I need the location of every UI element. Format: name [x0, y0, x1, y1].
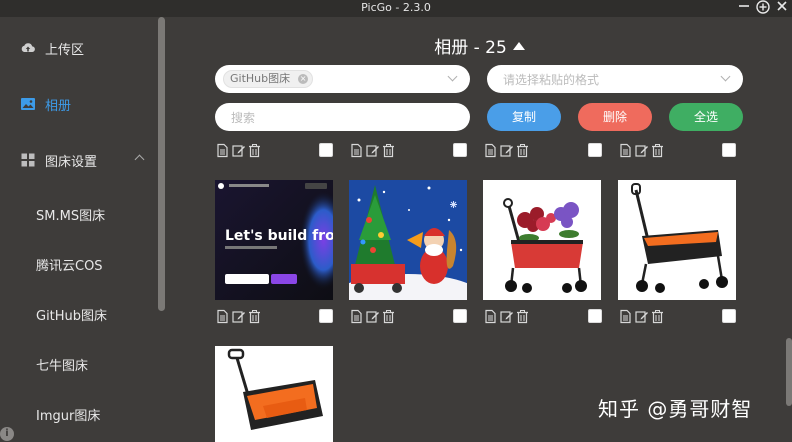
- image-thumb[interactable]: [349, 180, 467, 300]
- tag-close-icon[interactable]: ×: [298, 74, 309, 84]
- sidebar-item-label: 相册: [45, 98, 72, 114]
- sidebar-sub-github[interactable]: GitHub图床: [36, 305, 107, 324]
- image-checkbox[interactable]: [722, 309, 736, 323]
- image-checkbox[interactable]: [453, 143, 467, 157]
- trash-icon[interactable]: [515, 143, 530, 158]
- sidebar-item-label: 上传区: [45, 42, 85, 58]
- document-icon[interactable]: [618, 309, 633, 324]
- maximize-icon[interactable]: [755, 0, 771, 16]
- trash-icon[interactable]: [650, 143, 665, 158]
- trash-icon[interactable]: [381, 143, 396, 158]
- edit-icon[interactable]: [634, 143, 649, 158]
- watermark-text: 知乎 @勇哥财智: [598, 397, 753, 421]
- minimize-icon[interactable]: [736, 0, 752, 16]
- gallery-panel: 相册 - 25 GitHub图床 × 请选择粘贴的格式 搜索 复制 删除 全选: [167, 17, 792, 442]
- trash-icon[interactable]: [381, 309, 396, 324]
- edit-icon[interactable]: [499, 143, 514, 158]
- delete-button[interactable]: 删除: [578, 103, 652, 131]
- edit-icon[interactable]: [499, 309, 514, 324]
- image-tools: [349, 142, 396, 158]
- image-thumb[interactable]: [483, 180, 601, 300]
- image-checkbox[interactable]: [722, 143, 736, 157]
- picbed-tag-label: GitHub图床: [230, 72, 291, 85]
- close-icon[interactable]: [774, 0, 790, 16]
- thumb-caption: Let's build from here: [225, 228, 333, 244]
- caret-up-icon[interactable]: [512, 42, 525, 50]
- image-thumb[interactable]: Let's build from here: [215, 180, 333, 300]
- trash-icon[interactable]: [650, 309, 665, 324]
- info-icon[interactable]: i: [0, 427, 14, 441]
- trash-icon[interactable]: [247, 143, 262, 158]
- grid-icon: [20, 152, 36, 168]
- window-title: PicGo - 2.3.0: [361, 1, 431, 14]
- image-icon: [20, 96, 36, 112]
- image-checkbox[interactable]: [588, 143, 602, 157]
- cloud-upload-icon: [20, 40, 36, 56]
- image-checkbox[interactable]: [319, 309, 333, 323]
- main-scrollbar[interactable]: [786, 338, 792, 406]
- sidebar-item-gallery[interactable]: 相册: [0, 89, 160, 119]
- select-all-button[interactable]: 全选: [669, 103, 743, 131]
- page-title: 相册 - 25: [167, 33, 792, 58]
- image-checkbox[interactable]: [453, 309, 467, 323]
- document-icon[interactable]: [483, 143, 498, 158]
- trash-icon[interactable]: [247, 309, 262, 324]
- image-tools: [215, 142, 262, 158]
- sidebar-sub-imgur[interactable]: Imgur图床: [36, 405, 100, 424]
- sidebar: 上传区 相册 图床设置 SM.MS图床 腾讯云COS GitHub图床 七牛图床…: [0, 17, 167, 442]
- image-tools: [483, 142, 530, 158]
- gallery-title: 相册 - 25: [434, 38, 507, 58]
- sidebar-sub-smms[interactable]: SM.MS图床: [36, 205, 105, 224]
- edit-icon[interactable]: [365, 309, 380, 324]
- edit-icon[interactable]: [634, 309, 649, 324]
- thumb-subtitle-line: [225, 246, 277, 249]
- image-tools: [215, 308, 262, 324]
- search-placeholder: 搜索: [231, 111, 256, 125]
- thumb-input: [225, 274, 269, 284]
- image-thumb[interactable]: [618, 180, 736, 300]
- document-icon[interactable]: [215, 309, 230, 324]
- format-placeholder: 请选择粘贴的格式: [503, 73, 600, 87]
- document-icon[interactable]: [349, 309, 364, 324]
- sidebar-sub-tencent-cos[interactable]: 腾讯云COS: [36, 255, 103, 274]
- edit-icon[interactable]: [365, 143, 380, 158]
- search-input[interactable]: 搜索: [215, 103, 470, 131]
- image-checkbox[interactable]: [319, 143, 333, 157]
- sidebar-sub-qiniu[interactable]: 七牛图床: [36, 355, 88, 374]
- sidebar-scrollbar[interactable]: [158, 17, 165, 311]
- document-icon[interactable]: [483, 309, 498, 324]
- image-tools: [618, 308, 665, 324]
- image-tools: [483, 308, 530, 324]
- format-select[interactable]: 请选择粘贴的格式: [487, 65, 743, 93]
- document-icon[interactable]: [215, 143, 230, 158]
- edit-icon[interactable]: [231, 143, 246, 158]
- chevron-down-icon: [447, 71, 458, 82]
- copy-button[interactable]: 复制: [487, 103, 561, 131]
- sidebar-item-label: 图床设置: [45, 154, 98, 170]
- chevron-down-icon: [720, 71, 731, 82]
- sidebar-item-upload[interactable]: 上传区: [0, 33, 160, 63]
- image-tools: [618, 142, 665, 158]
- image-checkbox[interactable]: [588, 309, 602, 323]
- image-tools: [349, 308, 396, 324]
- picbed-select[interactable]: GitHub图床 ×: [215, 65, 470, 93]
- edit-icon[interactable]: [231, 309, 246, 324]
- title-bar: PicGo - 2.3.0: [0, 0, 792, 17]
- thumb-button: [271, 274, 297, 284]
- picbed-tag: GitHub图床 ×: [223, 70, 314, 88]
- trash-icon[interactable]: [515, 309, 530, 324]
- document-icon[interactable]: [349, 143, 364, 158]
- image-thumb[interactable]: [215, 346, 333, 442]
- document-icon[interactable]: [618, 143, 633, 158]
